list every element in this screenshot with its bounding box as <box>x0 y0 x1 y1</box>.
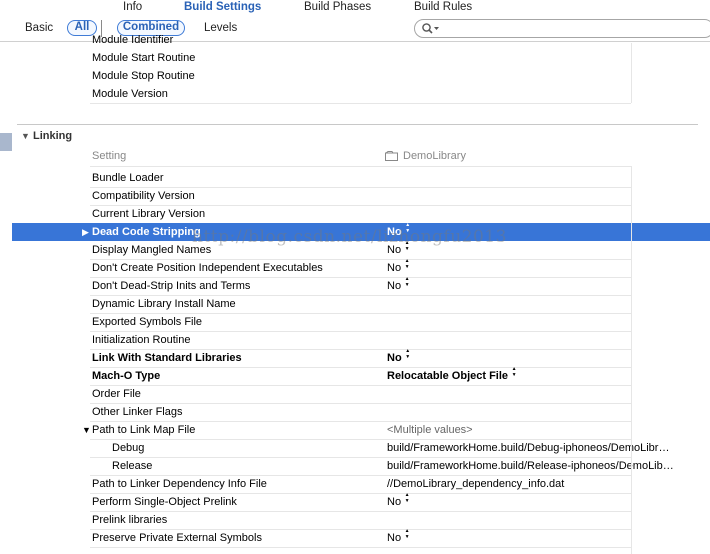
setting-value-text: No <box>387 352 402 364</box>
stepper-icon[interactable]: ▲▼ <box>405 348 411 360</box>
setting-row[interactable]: Perform Single-Object Prelink No ▲▼ <box>0 492 710 511</box>
setting-row[interactable]: Current Library Version <box>0 205 710 223</box>
setting-row[interactable]: Preserve Private External Symbols No ▲▼ <box>0 528 710 547</box>
setting-name: Debug <box>112 442 145 454</box>
tab-build-rules[interactable]: Build Rules <box>414 0 472 14</box>
setting-name: Module Identifier <box>92 34 174 46</box>
setting-row[interactable]: Initialization Routine <box>0 331 710 349</box>
setting-name: Path to Link Map File <box>92 424 196 436</box>
setting-row[interactable]: Compatibility Version <box>0 187 710 205</box>
settings-list[interactable]: Module Identifier Module Start Routine M… <box>0 34 710 554</box>
setting-name: Don't Create Position Independent Execut… <box>92 262 323 274</box>
tab-build-phases[interactable]: Build Phases <box>304 0 371 14</box>
setting-name: Release <box>112 460 153 472</box>
setting-name: Perform Single-Object Prelink <box>92 496 237 508</box>
setting-row[interactable]: Debug build/FrameworkHome.build/Debug-iph… <box>0 439 710 457</box>
stepper-icon[interactable]: ▲▼ <box>404 528 410 540</box>
setting-name: Module Version <box>92 88 168 100</box>
setting-value[interactable]: No ▲▼ <box>387 348 411 367</box>
setting-row[interactable]: ▼ Path to Link Map File <Multiple values> <box>0 421 710 439</box>
setting-value-text: No <box>387 532 402 544</box>
tab-build-settings[interactable]: Build Settings <box>184 0 261 14</box>
setting-row[interactable]: Mach-O Type Relocatable Object File ▲▼ <box>0 366 710 385</box>
setting-value[interactable]: No ▲▼ <box>387 276 410 295</box>
disclosure-collapsed-icon[interactable]: ▶ <box>82 223 89 241</box>
tab-info[interactable]: Info <box>123 0 142 14</box>
stepper-icon[interactable]: ▲▼ <box>404 492 410 504</box>
setting-value-text: No <box>387 262 402 274</box>
setting-value-text: No <box>387 280 402 292</box>
setting-name: Module Stop Routine <box>92 70 195 82</box>
column-setting: Setting <box>92 150 127 162</box>
watermark: http://blog.csdn.net/lizhongfu2013 <box>192 227 507 247</box>
setting-value-text: build/FrameworkHome.build/Debug-iphoneos… <box>387 442 670 454</box>
target-icon <box>385 151 398 161</box>
setting-value-text: //DemoLibrary_dependency_info.dat <box>387 478 565 490</box>
setting-name: Initialization Routine <box>92 334 191 346</box>
divider <box>631 166 632 554</box>
stepper-icon[interactable]: ▲▼ <box>404 258 410 270</box>
setting-name: Module Start Routine <box>92 52 196 64</box>
setting-name: Other Linker Flags <box>92 406 183 418</box>
setting-name: Dynamic Library Install Name <box>92 298 236 310</box>
disclosure-triangle-icon[interactable]: ▼ <box>21 127 30 145</box>
setting-value[interactable]: No ▲▼ <box>387 258 410 277</box>
setting-name: Dead Code Stripping <box>92 226 201 238</box>
setting-value[interactable]: build/FrameworkHome.build/Debug-iphoneos… <box>387 439 669 457</box>
linking-section-header[interactable]: ▼ Linking <box>0 127 710 145</box>
section-divider <box>17 124 698 125</box>
column-target: DemoLibrary <box>403 150 466 162</box>
setting-value[interactable]: No ▲▼ <box>387 492 410 511</box>
divider <box>631 43 632 103</box>
setting-row[interactable]: Don't Dead-Strip Inits and Terms No ▲▼ <box>0 276 710 295</box>
divider <box>90 547 631 548</box>
divider <box>90 166 631 167</box>
setting-name: Bundle Loader <box>92 172 164 184</box>
setting-value[interactable]: //DemoLibrary_dependency_info.dat <box>387 475 564 493</box>
setting-name: Don't Dead-Strip Inits and Terms <box>92 280 251 292</box>
setting-name: Mach-O Type <box>92 370 161 382</box>
setting-row[interactable]: Module Version <box>0 85 710 103</box>
setting-name: Link With Standard Libraries <box>92 352 242 364</box>
setting-value-text: Relocatable Object File <box>387 370 509 382</box>
setting-name: Compatibility Version <box>92 190 195 202</box>
setting-name: Path to Linker Dependency Info File <box>92 478 267 490</box>
divider <box>90 103 631 104</box>
setting-row[interactable]: Module Stop Routine <box>0 67 710 85</box>
setting-value[interactable]: Relocatable Object File ▲▼ <box>387 366 517 385</box>
setting-row[interactable]: Prelink libraries <box>0 511 710 529</box>
setting-value[interactable]: <Multiple values> <box>387 421 473 439</box>
setting-row[interactable]: Order File <box>0 385 710 403</box>
setting-name: Preserve Private External Symbols <box>92 532 262 544</box>
setting-row[interactable]: Path to Linker Dependency Info File //Dem… <box>0 475 710 493</box>
setting-value-text: No <box>387 496 402 508</box>
stepper-icon[interactable]: ▲▼ <box>404 276 410 288</box>
section-title: Linking <box>33 130 73 142</box>
disclosure-expanded-icon[interactable]: ▼ <box>82 421 91 439</box>
setting-name: Exported Symbols File <box>92 316 203 328</box>
setting-row[interactable]: Don't Create Position Independent Execut… <box>0 258 710 277</box>
setting-row[interactable]: Exported Symbols File <box>0 313 710 331</box>
setting-row[interactable]: Module Start Routine <box>0 49 710 67</box>
setting-row[interactable]: Other Linker Flags <box>0 403 710 421</box>
setting-name: Prelink libraries <box>92 514 168 526</box>
setting-row[interactable]: Module Identifier <box>0 31 710 49</box>
editor-tab-bar: Info Build Settings Build Phases Build R… <box>0 0 710 14</box>
setting-value[interactable]: No ▲▼ <box>387 528 410 547</box>
setting-value-text: <Multiple values> <box>387 424 473 436</box>
setting-row[interactable]: Bundle Loader <box>0 169 710 187</box>
setting-row[interactable]: Release build/FrameworkHome.build/Release… <box>0 457 710 475</box>
setting-name: Order File <box>92 388 141 400</box>
setting-name: Current Library Version <box>92 208 206 220</box>
setting-row[interactable]: Dynamic Library Install Name <box>0 295 710 313</box>
stepper-icon[interactable]: ▲▼ <box>511 366 517 378</box>
setting-row[interactable]: Link With Standard Libraries No ▲▼ <box>0 348 710 367</box>
column-header: Setting DemoLibrary <box>0 147 710 165</box>
